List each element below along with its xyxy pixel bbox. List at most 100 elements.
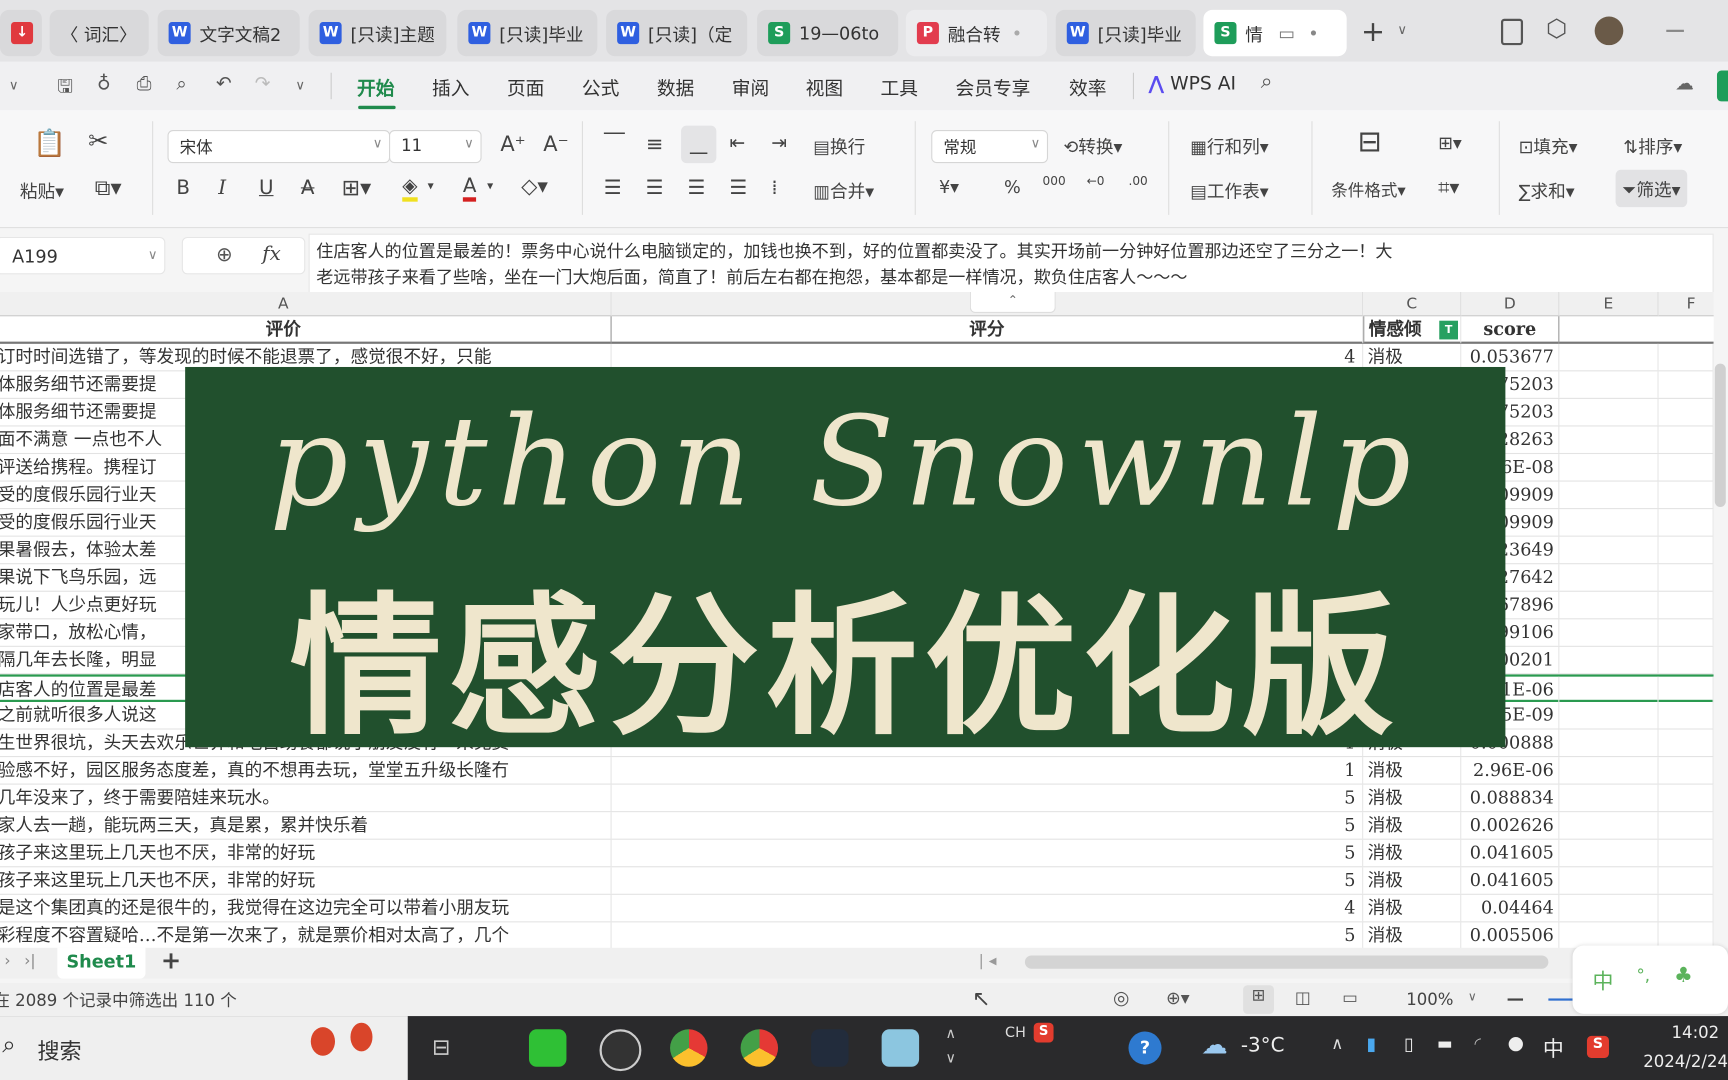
cell-empty-e[interactable]	[1559, 343, 1659, 371]
name-box[interactable]: A199 ∨	[0, 236, 166, 275]
cell-empty-f[interactable]	[1659, 812, 1714, 839]
cell-score[interactable]: 0.088834	[1461, 784, 1560, 812]
chevron-down-icon[interactable]: ▾	[487, 179, 493, 193]
usb-drive-icon[interactable]: ▯	[1404, 1034, 1414, 1055]
wrap-text-button[interactable]: ▤换行	[813, 132, 865, 158]
cell-format-icon[interactable]: ⌗▾	[1438, 176, 1459, 199]
increase-indent-icon[interactable]: ⇥	[771, 132, 787, 154]
scroll-left-icon[interactable]: | ◂	[979, 952, 997, 970]
cell-empty-e[interactable]	[1559, 701, 1659, 729]
eraser-icon[interactable]: ◇▾	[521, 174, 548, 198]
sum-button[interactable]: ∑求和▾	[1519, 176, 1575, 202]
cell-sentiment[interactable]: 消极	[1363, 894, 1462, 922]
app-icon-chrome-profile[interactable]	[740, 1029, 779, 1067]
cell-empty-e[interactable]	[1559, 564, 1659, 591]
vertical-scroll-thumb[interactable]	[1714, 363, 1726, 507]
cell-score[interactable]: 0.002626	[1461, 812, 1560, 839]
sogou-icon[interactable]: S	[1033, 1022, 1054, 1043]
app-icon-chrome[interactable]	[670, 1029, 708, 1067]
collapse-formula-button[interactable]: ⌃	[969, 292, 1056, 313]
cell-empty-e[interactable]	[1559, 536, 1659, 564]
cell-empty-e[interactable]	[1559, 619, 1659, 646]
clock-time[interactable]: 14:02	[1642, 1023, 1720, 1043]
cell-empty-f[interactable]	[1659, 591, 1714, 619]
sort-button[interactable]: ⇅排序▾	[1623, 132, 1682, 158]
ime-toolbar[interactable]: 中 °, ♣	[1572, 945, 1728, 1014]
cell-rating[interactable]: 4	[612, 894, 1364, 922]
menu-tools[interactable]: 工具	[881, 73, 918, 100]
cell-empty-e[interactable]	[1559, 481, 1659, 509]
worksheet-button[interactable]: ▤工作表▾	[1190, 176, 1268, 202]
cell-sentiment[interactable]: 消极	[1363, 784, 1462, 812]
justify-icon[interactable]: ☰	[730, 176, 748, 199]
cell-empty-e[interactable]	[1559, 839, 1659, 867]
cell-empty-e[interactable]	[1559, 676, 1659, 704]
menu-review[interactable]: 审阅	[732, 73, 769, 100]
menu-insert[interactable]: 插入	[432, 73, 469, 100]
wifi-icon[interactable]: ◜	[1475, 1034, 1481, 1054]
align-bottom-icon[interactable]: ⎽	[681, 125, 717, 164]
cell-review[interactable]: 几年没来了，终于需要陪娃来玩水。	[0, 784, 612, 812]
usb-icon[interactable]: ▮	[1367, 1034, 1377, 1055]
font-name-select[interactable]: 宋体 ∨	[167, 130, 391, 164]
cell-empty-f[interactable]	[1659, 646, 1714, 674]
page-break-view-icon[interactable]: ◫	[1295, 987, 1311, 1007]
cell-style-icon[interactable]: ⊞▾	[1438, 132, 1462, 153]
cube-icon[interactable]: ⬡	[1546, 15, 1567, 43]
fx-icon[interactable]: fx	[262, 242, 281, 265]
ime-mode[interactable]: 中	[1592, 965, 1613, 995]
tab-pdf-merge[interactable]: P 融合转 •	[905, 9, 1047, 57]
increase-decimal-button[interactable]: ←0	[1087, 174, 1105, 188]
cell-empty-f[interactable]	[1659, 757, 1714, 784]
cell-empty-e[interactable]	[1559, 867, 1659, 894]
cell-sentiment[interactable]: 消极	[1363, 839, 1462, 867]
conditional-format-icon[interactable]: ⊟	[1358, 126, 1382, 159]
bold-button[interactable]: B	[176, 176, 190, 199]
more-chevron-icon[interactable]: ∨	[295, 77, 305, 92]
redo-icon[interactable]: ↷	[255, 73, 271, 95]
add-sheet-button[interactable]: +	[161, 948, 181, 976]
cell-empty-f[interactable]	[1659, 784, 1714, 812]
cell-empty-f[interactable]	[1659, 481, 1714, 509]
header-cell-review[interactable]: 评价	[0, 316, 612, 343]
eye-protection-icon[interactable]: ◎	[1113, 987, 1129, 1009]
cell-score[interactable]: 0.041605	[1461, 867, 1560, 894]
print-icon[interactable]: ⎙	[137, 73, 152, 95]
increase-font-button[interactable]: A⁺	[500, 132, 525, 156]
cell-empty-e[interactable]	[1559, 646, 1659, 674]
thousands-button[interactable]: 000	[1043, 174, 1066, 188]
cell-empty-f[interactable]	[1659, 894, 1714, 922]
cell-sentiment[interactable]: 消极	[1363, 812, 1462, 839]
sogou-tray-icon[interactable]: S	[1586, 1035, 1609, 1058]
weather-icon[interactable]: ☁	[1201, 1029, 1227, 1060]
tab-list-chevron-icon[interactable]: ∨	[1397, 22, 1407, 37]
cell-review[interactable]: 孩子来这里玩上几天也不厌，非常的好玩	[0, 867, 612, 894]
cell-empty-e[interactable]	[1559, 371, 1659, 398]
cell-empty-f[interactable]	[1659, 398, 1714, 426]
tab-doc[interactable]: W [只读]毕业	[1055, 9, 1196, 57]
cell-review[interactable]: 彩程度不容置疑哈…不是第一次来了，就是票价相对太高了，几个	[0, 922, 612, 949]
app-icon-obs[interactable]	[599, 1029, 642, 1072]
cell-empty-f[interactable]	[1659, 454, 1714, 481]
cloud-icon[interactable]: ☁	[1675, 73, 1694, 95]
column-header-a[interactable]: A	[0, 292, 612, 317]
weather-temp[interactable]: -3°C	[1241, 1034, 1285, 1057]
align-center-icon[interactable]: ☰	[646, 176, 664, 199]
app-icon-video-editor[interactable]	[528, 1029, 567, 1067]
cell-empty-f[interactable]	[1659, 343, 1714, 371]
cell-empty-e[interactable]	[1559, 454, 1659, 481]
taskbar-search[interactable]: ⌕ 搜索	[0, 1016, 408, 1080]
decrease-decimal-button[interactable]: .00	[1128, 174, 1147, 188]
align-right-icon[interactable]: ☰	[688, 176, 706, 199]
cut-icon[interactable]: ✂	[88, 128, 108, 156]
cell-empty-f[interactable]	[1659, 426, 1714, 453]
menu-home[interactable]: 开始	[357, 73, 394, 100]
fill-color-icon[interactable]: ◈	[402, 174, 418, 202]
cell-rating[interactable]: 5	[612, 839, 1364, 867]
task-view-icon[interactable]: ⊟	[432, 1034, 450, 1060]
currency-button[interactable]: ¥▾	[939, 176, 959, 197]
last-sheet-icon[interactable]: ›|	[24, 952, 35, 970]
cell-empty-f[interactable]	[1659, 676, 1714, 704]
header-cell-rating[interactable]: 评分	[612, 316, 1364, 343]
save-icon[interactable]: 🖫	[57, 73, 73, 105]
